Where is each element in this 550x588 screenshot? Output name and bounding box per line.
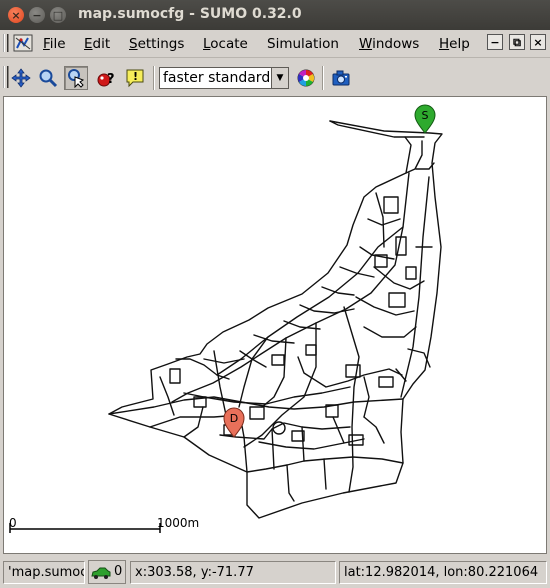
- toolbar-separator: [322, 66, 324, 90]
- status-message: 'map.sumocfg: [3, 561, 85, 584]
- locate-icon: [68, 69, 85, 88]
- geo-coordinates: lat:12.982014, lon:80.221064: [339, 561, 547, 584]
- title-bar: × − □ map.sumocfg - SUMO 0.32.0: [0, 0, 550, 30]
- window-maximize-button[interactable]: □: [50, 7, 66, 23]
- car-icon: [91, 567, 111, 579]
- menu-bar: File Edit Settings Locate Simulation Win…: [0, 30, 550, 58]
- screenshot-icon: [332, 70, 350, 86]
- menu-edit[interactable]: Edit: [84, 36, 110, 52]
- tooltip-button[interactable]: !: [123, 66, 147, 90]
- destination-marker[interactable]: D: [223, 407, 245, 438]
- recenter-view-button[interactable]: [9, 66, 33, 90]
- color-scheme-select[interactable]: faster standard ▼: [159, 67, 289, 89]
- start-marker[interactable]: S: [414, 104, 436, 134]
- tooltip-icon: !: [126, 69, 144, 88]
- zoom-icon: [39, 69, 58, 88]
- close-icon: ×: [533, 35, 543, 49]
- menu-locate[interactable]: Locate: [203, 36, 248, 52]
- color-scheme-value: faster standard: [163, 70, 271, 86]
- toolbar-separator: [153, 66, 155, 90]
- restore-icon: ⧉: [513, 35, 521, 49]
- menubar-grip[interactable]: [3, 34, 9, 52]
- menu-settings[interactable]: Settings: [129, 36, 184, 52]
- window-minimize-button[interactable]: −: [29, 7, 45, 23]
- edit-coloring-button[interactable]: [294, 66, 318, 90]
- mdi-close-button[interactable]: ×: [530, 34, 546, 50]
- menu-help[interactable]: Help: [439, 36, 470, 52]
- mdi-minimize-button[interactable]: −: [487, 34, 503, 50]
- breakpoint-icon: ?: [97, 72, 115, 87]
- start-marker-label: S: [422, 109, 429, 122]
- cursor-coordinates: x:303.58, y:-71.77: [130, 561, 336, 584]
- locate-button[interactable]: [64, 66, 88, 90]
- scale-bar: [9, 523, 161, 533]
- vehicle-count-badge: 0: [88, 560, 126, 584]
- minimize-icon: −: [490, 35, 500, 49]
- vehicle-count: 0: [114, 564, 123, 579]
- screenshot-button[interactable]: [329, 66, 353, 90]
- breakpoint-button[interactable]: ?: [94, 66, 118, 90]
- scale-start-label: 0: [9, 516, 17, 530]
- sumo-app-icon: [13, 34, 33, 52]
- window-title: map.sumocfg - SUMO 0.32.0: [78, 6, 302, 22]
- mdi-restore-button[interactable]: ⧉: [509, 34, 525, 50]
- road-network: S D: [9, 104, 443, 533]
- maximize-icon: □: [52, 8, 64, 22]
- destination-marker-label: D: [230, 412, 238, 425]
- minimize-icon: −: [32, 8, 42, 22]
- svg-text:?: ?: [107, 72, 115, 87]
- recenter-icon: [11, 68, 31, 88]
- close-icon: ×: [11, 8, 21, 22]
- svg-text:!: !: [133, 70, 138, 83]
- menu-file[interactable]: File: [43, 36, 66, 52]
- zoom-button[interactable]: [36, 66, 60, 90]
- chevron-down-icon[interactable]: ▼: [271, 68, 288, 88]
- color-wheel-icon: [297, 69, 315, 87]
- scale-end-label: 1000m: [157, 516, 200, 530]
- menu-simulation[interactable]: Simulation: [267, 36, 339, 52]
- map-canvas[interactable]: S D 0 1000m: [3, 96, 547, 554]
- status-bar: 'map.sumocfg 0 x:303.58, y:-71.77 lat:12…: [0, 557, 550, 588]
- toolbar: ? ! faster standard ▼: [0, 58, 550, 96]
- window-close-button[interactable]: ×: [8, 7, 24, 23]
- menu-windows[interactable]: Windows: [359, 36, 419, 52]
